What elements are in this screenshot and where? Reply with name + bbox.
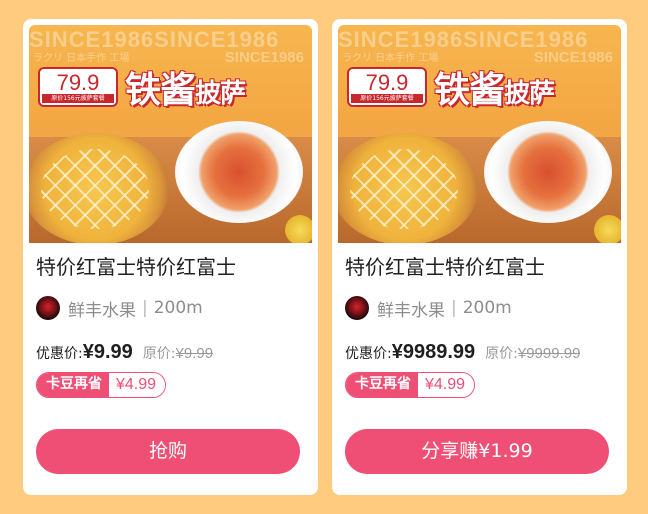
kadou-badge: 卡豆再省 ¥4.99 [36, 372, 167, 398]
shop-distance: 200m [153, 298, 203, 318]
product-image[interactable]: SINCE1986SINCE1986 ラクリ 日本手作 工場 SINCE1986… [29, 25, 312, 243]
original-price: ¥9999.99 [517, 345, 581, 362]
pasta-image [175, 121, 303, 223]
banner-jp-text: ラクリ 日本手作 工場 [342, 53, 439, 64]
banner-headline-b: 披萨 [195, 79, 246, 109]
product-title[interactable]: 特价红富士特价红富士 [345, 253, 615, 281]
original-price: ¥9.99 [175, 345, 214, 362]
banner-price-note: 原价156元披萨套餐 [351, 94, 423, 103]
product-card[interactable]: SINCE1986SINCE1986 ラクリ 日本手作 工場 SINCE1986… [23, 19, 318, 495]
banner-headline-b: 披萨 [504, 79, 555, 109]
price-row: 优惠价: ¥9.99 原价: ¥9.99 [36, 341, 308, 367]
share-earn-button[interactable]: 分享赚¥1.99 [345, 429, 609, 474]
kadou-badge: 卡豆再省 ¥4.99 [345, 372, 476, 398]
banner-price-tag: 79.9 原价156元披萨套餐 [347, 67, 427, 107]
shop-distance: 200m [462, 298, 512, 318]
banner-jp-text: ラクリ 日本手作 工場 [33, 53, 130, 64]
product-title[interactable]: 特价红富士特价红富士 [36, 253, 306, 281]
pizza-image [338, 133, 478, 243]
banner-headline-a: 铁酱 [434, 70, 505, 111]
shop-info[interactable]: 鲜丰水果 | 200m [36, 295, 203, 321]
drink-image [594, 215, 621, 243]
kadou-value: ¥4.99 [109, 373, 166, 397]
shop-info[interactable]: 鲜丰水果 | 200m [345, 295, 512, 321]
divider: | [142, 298, 148, 318]
divider: | [451, 298, 457, 318]
banner-headline: 铁酱披萨 [125, 61, 246, 113]
product-image[interactable]: SINCE1986SINCE1986 ラクリ 日本手作 工場 SINCE1986… [338, 25, 621, 243]
shop-name: 鲜丰水果 [68, 300, 136, 321]
banner-price: 79.9 [56, 70, 100, 95]
kadou-value: ¥4.99 [418, 373, 475, 397]
buy-button[interactable]: 抢购 [36, 429, 300, 474]
original-label: 原价: [142, 346, 176, 362]
banner-headline: 铁酱披萨 [434, 61, 555, 113]
banner-price-tag: 79.9 原价156元披萨套餐 [38, 67, 118, 107]
price-row: 优惠价: ¥9989.99 原价: ¥9999.99 [345, 341, 617, 367]
product-card[interactable]: SINCE1986SINCE1986 ラクリ 日本手作 工場 SINCE1986… [332, 19, 627, 495]
discount-price: ¥9.99 [82, 341, 133, 363]
discount-label: 优惠价: [36, 346, 83, 362]
discount-price: ¥9989.99 [391, 341, 476, 363]
pizza-image [29, 133, 169, 243]
original-label: 原价: [485, 346, 518, 362]
kadou-label: 卡豆再省 [346, 373, 418, 397]
discount-label: 优惠价: [345, 346, 392, 362]
pasta-image [484, 121, 612, 223]
kadou-label: 卡豆再省 [37, 373, 109, 397]
shop-logo-icon [36, 296, 60, 320]
shop-logo-icon [345, 296, 369, 320]
drink-image [285, 215, 312, 243]
banner-price: 79.9 [365, 70, 409, 95]
banner-headline-a: 铁酱 [125, 70, 196, 111]
shop-name: 鲜丰水果 [377, 300, 445, 321]
banner-price-note: 原价156元披萨套餐 [42, 94, 114, 103]
